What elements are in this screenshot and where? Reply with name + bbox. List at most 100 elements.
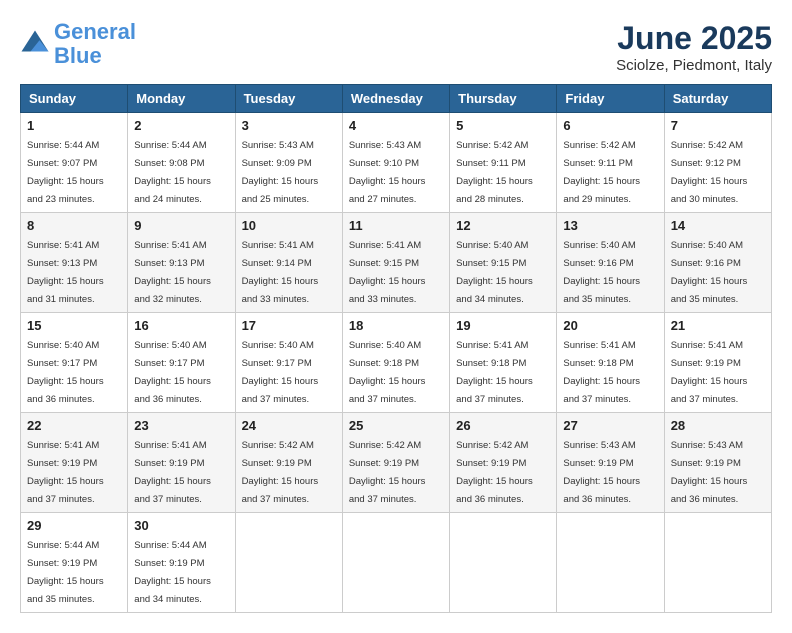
calendar-day-cell: 3 Sunrise: 5:43 AMSunset: 9:09 PMDayligh… — [235, 113, 342, 213]
calendar-empty-cell — [664, 513, 771, 613]
calendar-table: SundayMondayTuesdayWednesdayThursdayFrid… — [20, 84, 772, 613]
weekday-header: Monday — [128, 85, 235, 113]
day-number: 11 — [349, 218, 443, 233]
calendar-day-cell: 5 Sunrise: 5:42 AMSunset: 9:11 PMDayligh… — [450, 113, 557, 213]
day-detail: Sunrise: 5:41 AMSunset: 9:13 PMDaylight:… — [134, 240, 211, 305]
day-detail: Sunrise: 5:44 AMSunset: 9:07 PMDaylight:… — [27, 140, 104, 205]
location-title: Sciolze, Piedmont, Italy — [616, 57, 772, 74]
calendar-day-cell: 15 Sunrise: 5:40 AMSunset: 9:17 PMDaylig… — [21, 313, 128, 413]
calendar-day-cell: 26 Sunrise: 5:42 AMSunset: 9:19 PMDaylig… — [450, 413, 557, 513]
calendar-day-cell: 10 Sunrise: 5:41 AMSunset: 9:14 PMDaylig… — [235, 213, 342, 313]
day-detail: Sunrise: 5:40 AMSunset: 9:16 PMDaylight:… — [563, 240, 640, 305]
calendar-day-cell: 2 Sunrise: 5:44 AMSunset: 9:08 PMDayligh… — [128, 113, 235, 213]
day-number: 20 — [563, 318, 657, 333]
day-number: 10 — [242, 218, 336, 233]
day-detail: Sunrise: 5:44 AMSunset: 9:19 PMDaylight:… — [27, 540, 104, 605]
title-area: June 2025 Sciolze, Piedmont, Italy — [616, 20, 772, 74]
day-detail: Sunrise: 5:42 AMSunset: 9:11 PMDaylight:… — [563, 140, 640, 205]
day-detail: Sunrise: 5:41 AMSunset: 9:18 PMDaylight:… — [456, 340, 533, 405]
day-detail: Sunrise: 5:42 AMSunset: 9:19 PMDaylight:… — [242, 440, 319, 505]
day-detail: Sunrise: 5:41 AMSunset: 9:13 PMDaylight:… — [27, 240, 104, 305]
day-detail: Sunrise: 5:42 AMSunset: 9:19 PMDaylight:… — [349, 440, 426, 505]
calendar-day-cell: 28 Sunrise: 5:43 AMSunset: 9:19 PMDaylig… — [664, 413, 771, 513]
day-detail: Sunrise: 5:41 AMSunset: 9:15 PMDaylight:… — [349, 240, 426, 305]
day-detail: Sunrise: 5:40 AMSunset: 9:15 PMDaylight:… — [456, 240, 533, 305]
calendar-day-cell: 22 Sunrise: 5:41 AMSunset: 9:19 PMDaylig… — [21, 413, 128, 513]
day-number: 12 — [456, 218, 550, 233]
calendar-empty-cell — [342, 513, 449, 613]
calendar-day-cell: 18 Sunrise: 5:40 AMSunset: 9:18 PMDaylig… — [342, 313, 449, 413]
weekday-header: Saturday — [664, 85, 771, 113]
calendar-day-cell: 11 Sunrise: 5:41 AMSunset: 9:15 PMDaylig… — [342, 213, 449, 313]
calendar-day-cell: 25 Sunrise: 5:42 AMSunset: 9:19 PMDaylig… — [342, 413, 449, 513]
day-number: 19 — [456, 318, 550, 333]
day-detail: Sunrise: 5:44 AMSunset: 9:19 PMDaylight:… — [134, 540, 211, 605]
day-detail: Sunrise: 5:43 AMSunset: 9:19 PMDaylight:… — [563, 440, 640, 505]
day-number: 5 — [456, 118, 550, 133]
day-detail: Sunrise: 5:41 AMSunset: 9:19 PMDaylight:… — [671, 340, 748, 405]
logo-icon — [20, 29, 50, 59]
day-detail: Sunrise: 5:40 AMSunset: 9:16 PMDaylight:… — [671, 240, 748, 305]
day-number: 29 — [27, 518, 121, 533]
day-detail: Sunrise: 5:43 AMSunset: 9:19 PMDaylight:… — [671, 440, 748, 505]
day-number: 13 — [563, 218, 657, 233]
day-number: 14 — [671, 218, 765, 233]
day-detail: Sunrise: 5:41 AMSunset: 9:19 PMDaylight:… — [27, 440, 104, 505]
calendar-day-cell: 24 Sunrise: 5:42 AMSunset: 9:19 PMDaylig… — [235, 413, 342, 513]
calendar-day-cell: 17 Sunrise: 5:40 AMSunset: 9:17 PMDaylig… — [235, 313, 342, 413]
calendar-day-cell: 16 Sunrise: 5:40 AMSunset: 9:17 PMDaylig… — [128, 313, 235, 413]
day-number: 16 — [134, 318, 228, 333]
day-number: 24 — [242, 418, 336, 433]
calendar-empty-cell — [557, 513, 664, 613]
calendar-week-row: 15 Sunrise: 5:40 AMSunset: 9:17 PMDaylig… — [21, 313, 772, 413]
calendar-day-cell: 4 Sunrise: 5:43 AMSunset: 9:10 PMDayligh… — [342, 113, 449, 213]
weekday-header: Tuesday — [235, 85, 342, 113]
day-number: 25 — [349, 418, 443, 433]
calendar-day-cell: 1 Sunrise: 5:44 AMSunset: 9:07 PMDayligh… — [21, 113, 128, 213]
calendar-day-cell: 7 Sunrise: 5:42 AMSunset: 9:12 PMDayligh… — [664, 113, 771, 213]
calendar-day-cell: 6 Sunrise: 5:42 AMSunset: 9:11 PMDayligh… — [557, 113, 664, 213]
calendar-day-cell: 12 Sunrise: 5:40 AMSunset: 9:15 PMDaylig… — [450, 213, 557, 313]
calendar-day-cell: 13 Sunrise: 5:40 AMSunset: 9:16 PMDaylig… — [557, 213, 664, 313]
day-number: 28 — [671, 418, 765, 433]
day-number: 23 — [134, 418, 228, 433]
calendar-day-cell: 8 Sunrise: 5:41 AMSunset: 9:13 PMDayligh… — [21, 213, 128, 313]
day-detail: Sunrise: 5:43 AMSunset: 9:10 PMDaylight:… — [349, 140, 426, 205]
day-number: 1 — [27, 118, 121, 133]
weekday-header: Thursday — [450, 85, 557, 113]
calendar-day-cell: 21 Sunrise: 5:41 AMSunset: 9:19 PMDaylig… — [664, 313, 771, 413]
day-detail: Sunrise: 5:42 AMSunset: 9:11 PMDaylight:… — [456, 140, 533, 205]
weekday-header: Sunday — [21, 85, 128, 113]
day-number: 6 — [563, 118, 657, 133]
day-number: 15 — [27, 318, 121, 333]
day-detail: Sunrise: 5:40 AMSunset: 9:17 PMDaylight:… — [242, 340, 319, 405]
day-detail: Sunrise: 5:44 AMSunset: 9:08 PMDaylight:… — [134, 140, 211, 205]
day-detail: Sunrise: 5:41 AMSunset: 9:18 PMDaylight:… — [563, 340, 640, 405]
day-detail: Sunrise: 5:43 AMSunset: 9:09 PMDaylight:… — [242, 140, 319, 205]
calendar-day-cell: 23 Sunrise: 5:41 AMSunset: 9:19 PMDaylig… — [128, 413, 235, 513]
calendar-week-row: 29 Sunrise: 5:44 AMSunset: 9:19 PMDaylig… — [21, 513, 772, 613]
day-detail: Sunrise: 5:40 AMSunset: 9:17 PMDaylight:… — [27, 340, 104, 405]
calendar-day-cell: 29 Sunrise: 5:44 AMSunset: 9:19 PMDaylig… — [21, 513, 128, 613]
day-number: 3 — [242, 118, 336, 133]
day-number: 2 — [134, 118, 228, 133]
calendar-day-cell: 20 Sunrise: 5:41 AMSunset: 9:18 PMDaylig… — [557, 313, 664, 413]
day-number: 18 — [349, 318, 443, 333]
calendar-empty-cell — [235, 513, 342, 613]
day-number: 4 — [349, 118, 443, 133]
logo-text: General Blue — [54, 20, 136, 68]
calendar-week-row: 22 Sunrise: 5:41 AMSunset: 9:19 PMDaylig… — [21, 413, 772, 513]
weekday-header: Wednesday — [342, 85, 449, 113]
day-detail: Sunrise: 5:40 AMSunset: 9:18 PMDaylight:… — [349, 340, 426, 405]
day-detail: Sunrise: 5:41 AMSunset: 9:14 PMDaylight:… — [242, 240, 319, 305]
day-number: 26 — [456, 418, 550, 433]
calendar-day-cell: 9 Sunrise: 5:41 AMSunset: 9:13 PMDayligh… — [128, 213, 235, 313]
calendar-week-row: 1 Sunrise: 5:44 AMSunset: 9:07 PMDayligh… — [21, 113, 772, 213]
calendar-day-cell: 30 Sunrise: 5:44 AMSunset: 9:19 PMDaylig… — [128, 513, 235, 613]
calendar-day-cell: 14 Sunrise: 5:40 AMSunset: 9:16 PMDaylig… — [664, 213, 771, 313]
day-number: 27 — [563, 418, 657, 433]
calendar-week-row: 8 Sunrise: 5:41 AMSunset: 9:13 PMDayligh… — [21, 213, 772, 313]
day-detail: Sunrise: 5:42 AMSunset: 9:19 PMDaylight:… — [456, 440, 533, 505]
day-number: 17 — [242, 318, 336, 333]
day-number: 30 — [134, 518, 228, 533]
